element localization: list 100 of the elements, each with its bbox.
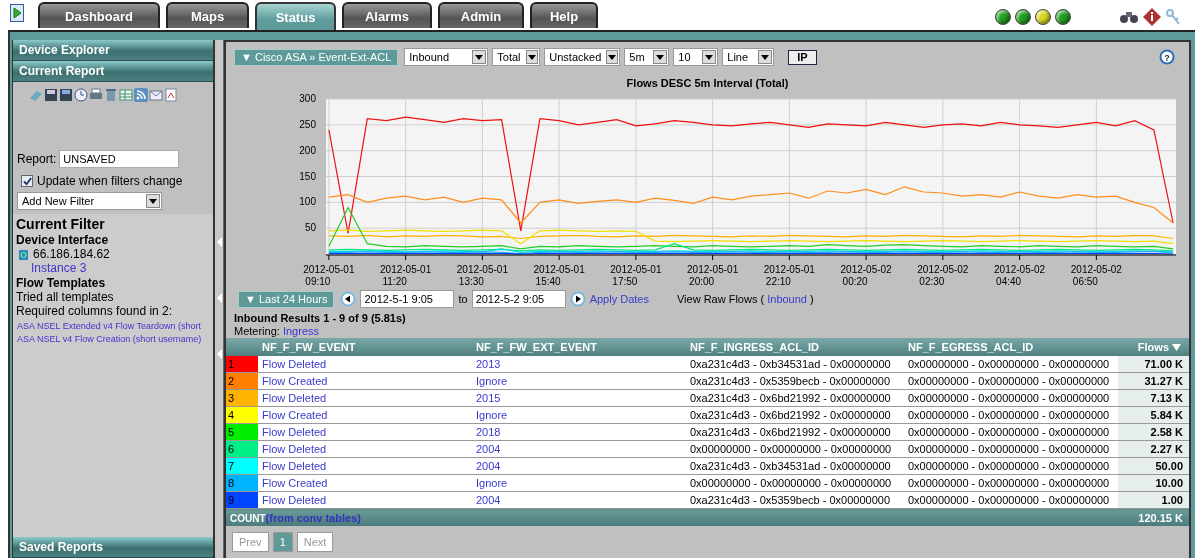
event-link[interactable]: Flow Created (262, 409, 328, 421)
ext-event-link[interactable]: Ignore (476, 375, 508, 387)
filter-text: Tried all templates (15, 290, 115, 304)
caret-down-icon[interactable] (146, 194, 160, 208)
rss-icon[interactable] (134, 88, 148, 102)
y-axis-label: 200 (299, 144, 316, 156)
recycle-bin-icon (17, 247, 30, 261)
event-link[interactable]: Flow Created (262, 477, 328, 489)
panel-header[interactable]: Saved Reports (13, 537, 213, 558)
device-address: 66.186.184.62 (33, 247, 110, 261)
x-axis-label: 2012-05-02 00:20 (840, 264, 892, 287)
x-axis-label: 2012-05-01 22:10 (763, 264, 815, 287)
nav-tab[interactable]: Alarms (342, 2, 432, 28)
pdf-document-icon[interactable] (164, 88, 178, 102)
previous-arrow-icon[interactable] (340, 291, 357, 307)
nav-tab[interactable]: Dashboard (38, 2, 160, 28)
option-dropdown[interactable]: Total (492, 48, 541, 66)
ext-event-link[interactable]: 2004 (476, 494, 501, 506)
x-axis-label: 2012-05-01 17:50 (610, 264, 662, 287)
x-axis-label: 2012-05-01 15:40 (533, 264, 585, 287)
y-axis-label: 300 (299, 93, 316, 104)
info-icon[interactable] (1143, 8, 1161, 26)
event-link[interactable]: Flow Deleted (262, 426, 327, 438)
end-date-field[interactable]: 2012-5-2 9:05 (471, 290, 566, 308)
caret-down-icon[interactable] (653, 50, 668, 64)
event-link[interactable]: Flow Created (262, 375, 328, 387)
x-axis-label: 2012-05-02 06:50 (1070, 264, 1122, 287)
inbound-link[interactable]: Inbound (767, 293, 807, 305)
ingress-link[interactable]: Ingress (282, 325, 319, 337)
option-dropdown[interactable]: 10 (673, 48, 719, 66)
report-name-field[interactable]: UNSAVED (59, 150, 180, 168)
nav-tab[interactable]: Maps (166, 2, 249, 28)
count-label: COUNT (230, 512, 266, 524)
metering-text: Metering: Ingress (233, 325, 320, 337)
caret-down-icon[interactable] (702, 50, 717, 64)
raw-flows-text: View Raw Flows ( Inbound ) (676, 293, 814, 305)
section-heading: Device Interface (15, 233, 110, 247)
nav-tab[interactable]: Admin (438, 2, 524, 28)
checkbox-label: Update when filters change (37, 174, 183, 188)
template-link[interactable]: ASA NSEL Extended v4 Flow Teardown (short (13, 321, 213, 331)
report-label: Report: (17, 152, 57, 166)
event-link[interactable]: Flow Deleted (262, 392, 327, 404)
ext-event-link[interactable]: 2013 (476, 358, 501, 370)
panel-header[interactable]: Current Report (13, 61, 213, 82)
next-arrow-icon[interactable] (569, 291, 586, 307)
y-axis-label: 250 (299, 118, 316, 130)
template-link[interactable]: ASA NSEL v4 Flow Creation (short username) (13, 334, 213, 344)
table-icon[interactable] (119, 88, 133, 102)
printer-icon[interactable] (89, 88, 103, 102)
option-dropdown[interactable]: 5m (624, 48, 670, 66)
event-link[interactable]: Flow Deleted (262, 460, 327, 472)
x-axis-label: 2012-05-01 13:30 (456, 264, 508, 287)
binoculars-icon[interactable] (1119, 10, 1139, 24)
event-link[interactable]: Flow Deleted (262, 443, 327, 455)
option-dropdown[interactable]: Unstacked (544, 48, 621, 66)
color-index-cell: 1 (226, 356, 258, 373)
x-axis-label: 2012-05-02 04:40 (994, 264, 1046, 287)
ext-event-link[interactable]: 2015 (476, 392, 501, 404)
logo-icon (10, 4, 24, 22)
x-axis-label: 2012-05-02 02:30 (917, 264, 969, 287)
option-dropdown[interactable]: Line (722, 48, 775, 66)
instance-link[interactable]: Instance 3 (13, 261, 213, 275)
chart-title: Flows DESC 5m Interval (Total) (625, 77, 790, 89)
trash-icon[interactable] (104, 88, 118, 102)
event-link[interactable]: Flow Deleted (262, 494, 327, 506)
table-cell: 71.00 K (1118, 356, 1189, 373)
caret-down-icon[interactable] (525, 50, 539, 64)
ext-event-link[interactable]: 2004 (476, 443, 501, 455)
ext-event-link[interactable]: 2004 (476, 460, 501, 472)
ext-event-link[interactable]: Ignore (476, 477, 508, 489)
sort-down-icon (1172, 344, 1181, 351)
ip-button[interactable]: IP (788, 49, 817, 65)
apply-dates-link[interactable]: Apply Dates (589, 293, 649, 305)
section-title: Current Filter (15, 216, 106, 232)
results-title: Inbound Results 1 - 9 of 9 (5.81s) (233, 312, 407, 324)
caret-down-icon[interactable] (606, 50, 619, 64)
save-as-icon[interactable] (59, 88, 73, 102)
caret-down-icon[interactable] (472, 50, 487, 64)
table-cell: 0x00000000 - 0x00000000 - 0x00000000 (904, 356, 1118, 373)
update-checkbox[interactable] (21, 175, 33, 187)
start-date-field[interactable]: 2012-5-1 9:05 (360, 290, 455, 308)
x-axis-label: 2012-05-01 11:20 (380, 264, 432, 287)
caret-down-icon[interactable] (758, 50, 773, 64)
nav-tab[interactable]: Help (530, 2, 598, 28)
ext-event-link[interactable]: 2018 (476, 426, 501, 438)
filter-dropdown[interactable]: Add New Filter (17, 192, 162, 210)
table-header (226, 338, 258, 356)
table-cell: 0xa231c4d3 - 0xb34531ad - 0x00000000 (686, 356, 904, 373)
event-link[interactable]: Flow Deleted (262, 358, 327, 370)
panel-header[interactable]: Device Explorer (13, 40, 213, 61)
ext-event-link[interactable]: Ignore (476, 409, 508, 421)
section-heading: Flow Templates (15, 276, 107, 290)
clock-icon[interactable] (74, 88, 88, 102)
help-icon[interactable]: ? (1159, 49, 1175, 65)
save-icon[interactable] (44, 88, 58, 102)
x-axis-label: 2012-05-01 20:00 (687, 264, 739, 287)
x-axis-label: 2012-05-01 09:10 (303, 264, 355, 287)
y-axis-label: 50 (304, 222, 316, 234)
mail-icon[interactable] (149, 88, 163, 102)
option-dropdown[interactable]: Inbound (404, 48, 489, 66)
